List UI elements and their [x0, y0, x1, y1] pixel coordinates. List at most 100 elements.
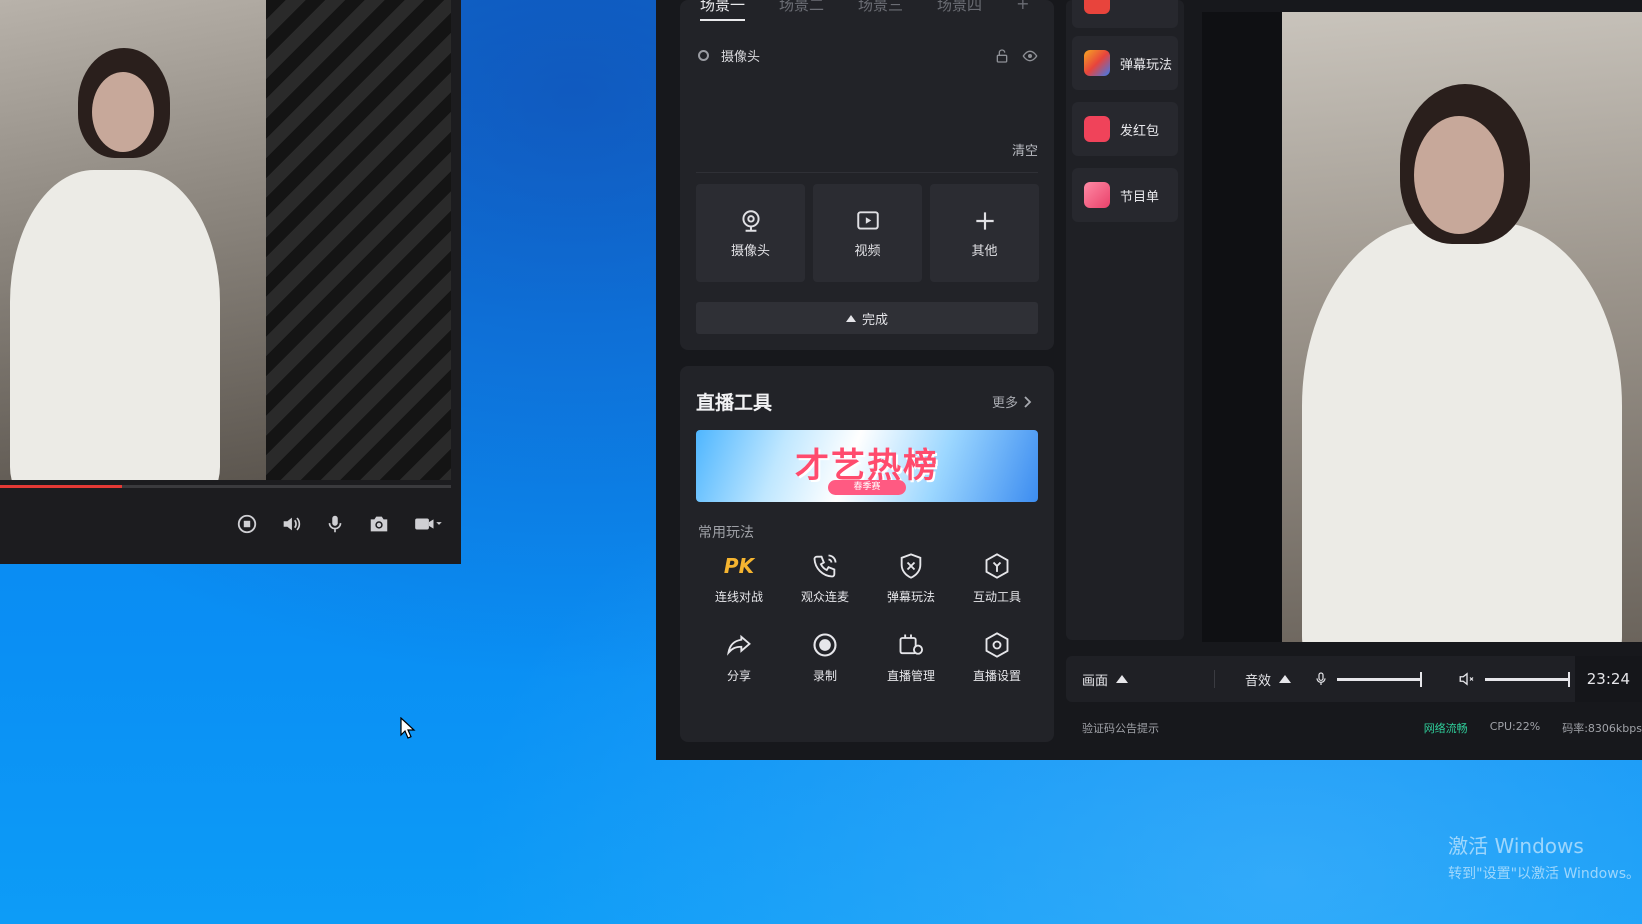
tab-scene-1[interactable]: 场景一: [700, 0, 746, 21]
tab-scene-3[interactable]: 场景三: [858, 0, 903, 21]
speaker-volume-control[interactable]: [1457, 670, 1571, 688]
tool-label: 连线对战: [714, 590, 763, 604]
tool-audience-call[interactable]: 观众连麦: [782, 552, 868, 605]
camera-preview-frame: [1282, 12, 1642, 642]
captcha-notice-link[interactable]: 验证码公告提示: [1082, 720, 1159, 736]
add-video-button[interactable]: 视频: [813, 184, 922, 282]
program-list-icon: [1084, 182, 1110, 208]
webcam-icon: [741, 209, 760, 232]
add-other-button[interactable]: 其他: [930, 184, 1039, 282]
more-tools-link[interactable]: 更多: [992, 392, 1032, 411]
eye-icon[interactable]: [1022, 48, 1038, 64]
player-progress-bar[interactable]: [0, 485, 451, 488]
divider: [1214, 670, 1216, 688]
mic-icon[interactable]: [321, 510, 349, 538]
mic-icon: [1316, 672, 1326, 685]
side-item-danmaku[interactable]: 弹幕玩法: [1072, 36, 1178, 90]
danmaku-app-icon: [1084, 50, 1110, 76]
tool-label: 分享: [726, 669, 751, 683]
side-item-top[interactable]: [1072, 0, 1178, 28]
side-function-panel: 弹幕玩法 发红包 节目单: [1066, 0, 1184, 640]
slider-handle[interactable]: [1568, 671, 1571, 687]
tool-interaction[interactable]: 互动工具: [954, 552, 1040, 605]
person-figure: [1302, 222, 1622, 642]
live-preview: [1202, 12, 1642, 642]
done-button[interactable]: 完成: [696, 302, 1038, 334]
watermark-line-2: 转到"设置"以激活 Windows。: [1448, 866, 1640, 882]
player-video-frame: [0, 0, 266, 480]
audio-label: 音效: [1245, 673, 1272, 689]
tool-record[interactable]: 录制: [782, 631, 868, 684]
red-envelope-icon: [1084, 116, 1110, 142]
video-player-window: [0, 0, 461, 564]
add-video-label: 视频: [854, 243, 881, 259]
chevron-right-icon: [1024, 395, 1032, 408]
add-camera-label: 摄像头: [730, 243, 770, 259]
person-face: [92, 72, 154, 152]
mic-volume-slider[interactable]: [1337, 671, 1423, 687]
tool-label: 弹幕玩法: [886, 590, 935, 604]
clear-sources-button[interactable]: 清空: [1012, 140, 1038, 159]
scene-tabs: 场景一 场景二 场景三 场景四 +: [700, 0, 1029, 21]
pk-icon: PK: [723, 554, 755, 578]
tool-label: 录制: [812, 669, 837, 683]
add-scene-button[interactable]: +: [1016, 0, 1029, 21]
volume-icon[interactable]: [277, 510, 305, 538]
video-camera-icon[interactable]: [409, 510, 447, 538]
tool-label: 观众连麦: [800, 590, 849, 604]
player-controls: [233, 510, 447, 538]
cpu-usage: CPU:22%: [1489, 720, 1541, 733]
tool-label: 互动工具: [972, 590, 1021, 604]
audio-menu-button[interactable]: 音效: [1245, 670, 1292, 689]
more-label: 更多: [991, 396, 1018, 411]
stop-icon[interactable]: [233, 510, 261, 538]
phone-call-icon: [813, 554, 837, 578]
side-item-red-envelope[interactable]: 发红包: [1072, 102, 1178, 156]
danmaku-shield-icon: [900, 553, 922, 579]
video-play-icon: [856, 210, 879, 230]
network-status: 网络流畅: [1423, 722, 1468, 735]
mic-volume-control[interactable]: [1313, 670, 1423, 688]
camera-icon[interactable]: [365, 510, 393, 538]
side-item-label: 发红包: [1120, 123, 1160, 139]
add-source-buttons: 摄像头 视频 其他: [696, 184, 1039, 282]
banner-subtitle: 春季赛: [828, 480, 906, 495]
picture-menu-button[interactable]: 画面: [1082, 670, 1129, 689]
bottom-controls: 画面 音效 23:24: [1066, 656, 1642, 702]
tab-scene-2[interactable]: 场景二: [779, 0, 824, 21]
picture-label: 画面: [1082, 673, 1109, 689]
share-icon: [727, 634, 751, 656]
side-item-program-list[interactable]: 节目单: [1072, 168, 1178, 222]
slider-handle[interactable]: [1420, 671, 1423, 687]
common-section-label: 常用玩法: [698, 525, 754, 541]
tool-live-manage[interactable]: 直播管理: [868, 631, 954, 684]
mouse-cursor-icon: [400, 717, 416, 739]
add-camera-button[interactable]: 摄像头: [696, 184, 805, 282]
unlock-icon[interactable]: [994, 48, 1010, 64]
person-face: [1414, 116, 1504, 234]
source-item-camera[interactable]: 摄像头: [698, 46, 1038, 65]
speaker-volume-slider[interactable]: [1485, 671, 1571, 687]
live-duration: 23:24: [1574, 656, 1642, 702]
source-status-icon: [698, 50, 709, 61]
tool-danmaku[interactable]: 弹幕玩法: [868, 552, 954, 605]
settings-hexagon-icon: [985, 632, 1009, 658]
player-progress-fill: [0, 485, 122, 488]
tab-scene-4[interactable]: 场景四: [937, 0, 982, 21]
side-item-label: 弹幕玩法: [1120, 57, 1173, 73]
live-app-window: 场景一 场景二 场景三 场景四 + 摄像头 清空 摄像头 视频 其他 完成 直播…: [656, 0, 1642, 760]
live-manage-icon: [899, 634, 924, 655]
tool-pk-battle[interactable]: PK 连线对战: [696, 552, 782, 605]
tool-share[interactable]: 分享: [696, 631, 782, 684]
done-label: 完成: [861, 312, 888, 328]
caret-up-icon: [1279, 675, 1292, 683]
status-bar: 验证码公告提示 网络流畅 CPU:22% 码率:8306kbps: [1082, 720, 1642, 736]
tools-title: 直播工具: [696, 392, 773, 414]
tool-live-settings[interactable]: 直播设置: [954, 631, 1040, 684]
watermark-line-1: 激活 Windows: [1448, 834, 1584, 858]
bitrate: 码率:8306kbps: [1562, 722, 1642, 735]
app-icon: [1084, 0, 1110, 14]
record-icon: [813, 633, 837, 657]
promo-banner[interactable]: 才艺热榜 春季赛: [696, 430, 1038, 502]
caret-up-icon: [1116, 675, 1129, 683]
